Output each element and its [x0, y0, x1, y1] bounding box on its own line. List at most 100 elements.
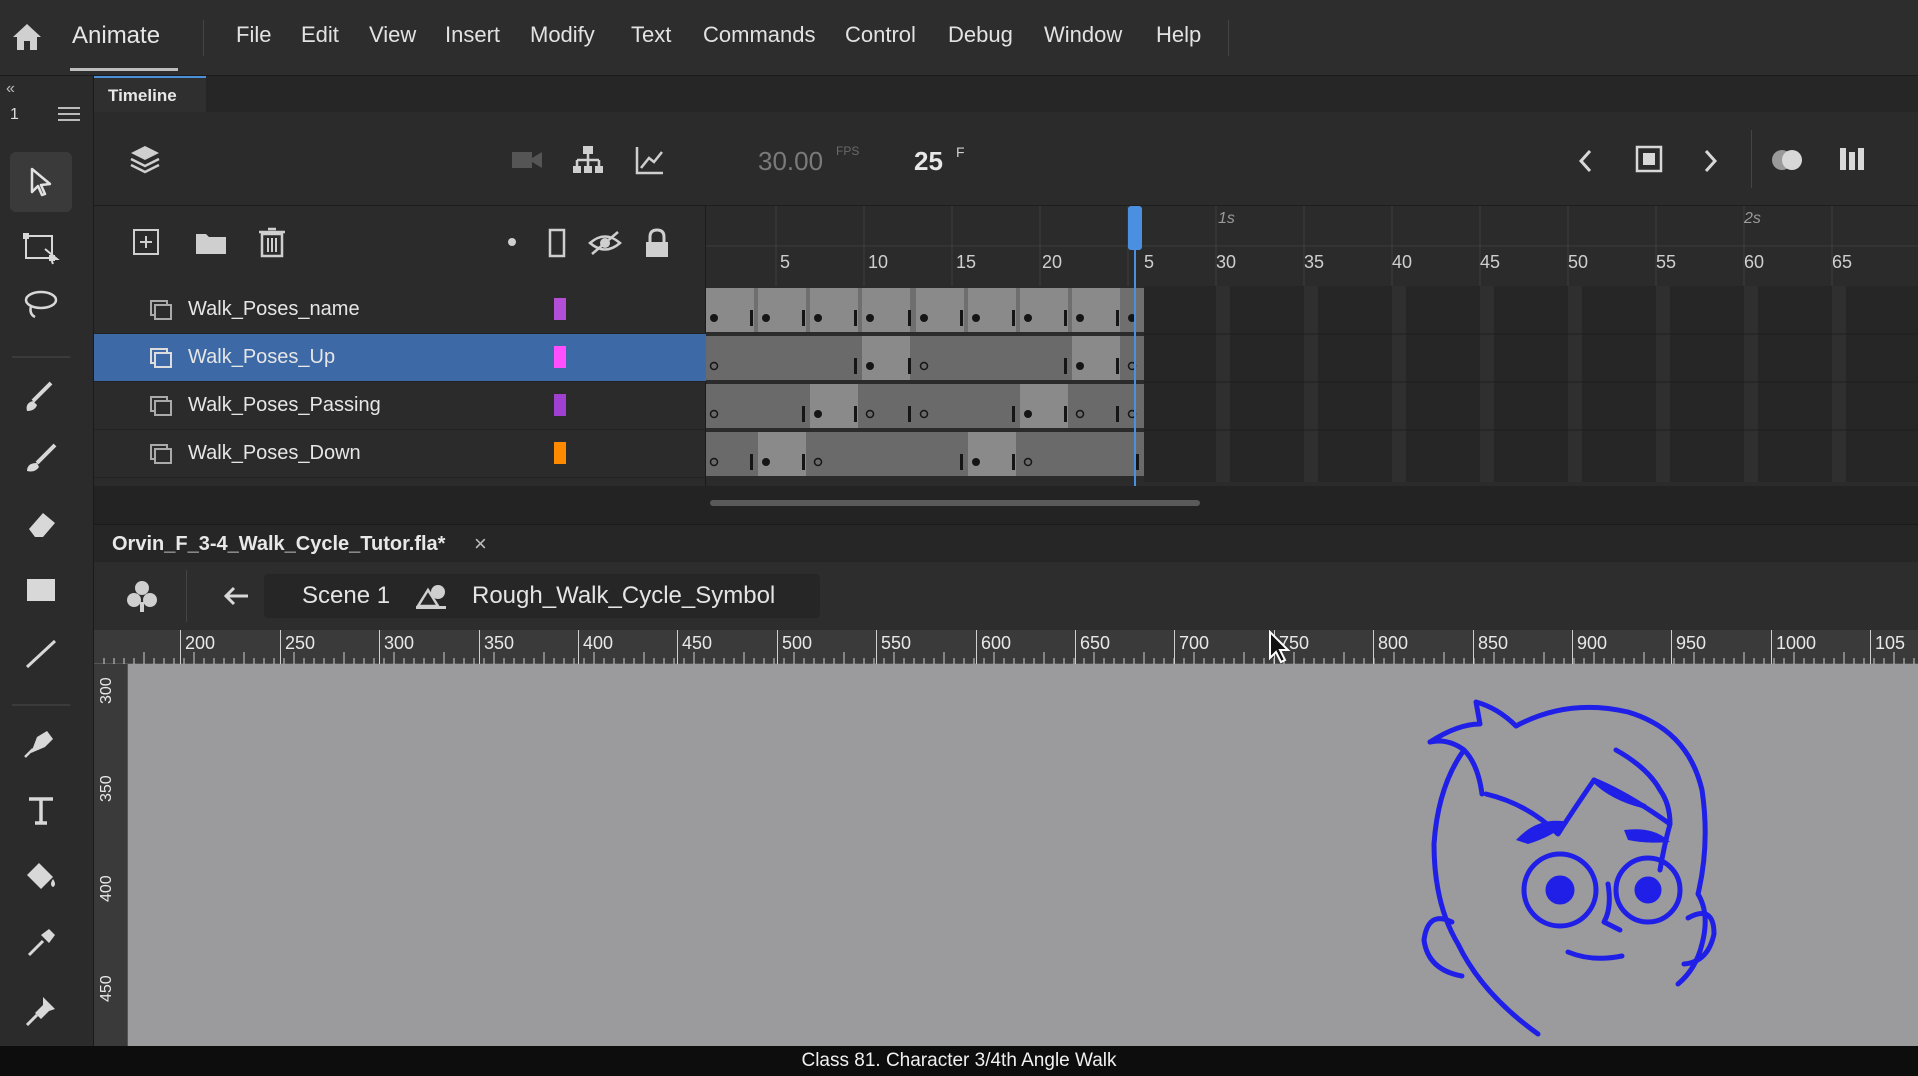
- layer-row[interactable]: Walk_Poses_Down: [94, 430, 706, 478]
- menu-debug[interactable]: Debug: [948, 22, 1013, 48]
- horizontal-ruler: 200 250 300 350 400 450 500 550 600 650 …: [94, 630, 1918, 664]
- rectangle-tool-icon[interactable]: [10, 560, 72, 620]
- menu-window[interactable]: Window: [1044, 22, 1122, 48]
- layer-row-selected[interactable]: Walk_Poses_Up: [94, 334, 706, 382]
- stage-canvas[interactable]: [128, 664, 1918, 1046]
- highlight-dot-icon[interactable]: [508, 238, 516, 246]
- menu-modify[interactable]: Modify: [530, 22, 595, 48]
- ruler-label: 105: [1870, 630, 1905, 664]
- pin-tool-icon[interactable]: [10, 980, 72, 1040]
- playhead[interactable]: [1128, 206, 1142, 486]
- tool-divider: [12, 356, 70, 358]
- breadcrumb-scene[interactable]: Scene 1: [302, 582, 390, 610]
- frame-track-walk-poses-up[interactable]: [706, 334, 1918, 382]
- close-tab-icon[interactable]: ×: [474, 531, 487, 557]
- ruler-label: 400: [98, 875, 115, 902]
- frame-view-icon[interactable]: [1838, 144, 1870, 179]
- layer-color-swatch[interactable]: [554, 346, 566, 368]
- ruler-label: 850: [1473, 630, 1508, 664]
- ruler-frame-number: 60: [1744, 252, 1765, 272]
- menu-control[interactable]: Control: [845, 22, 916, 48]
- menu-commands[interactable]: Commands: [703, 22, 815, 48]
- layer-name: Walk_Poses_Down: [188, 442, 361, 464]
- collapse-toolbar-button[interactable]: «: [6, 80, 15, 98]
- brush-tool-icon[interactable]: [10, 428, 72, 488]
- ruler-label: 350: [98, 775, 115, 802]
- timeline-horizontal-scrollbar[interactable]: [710, 500, 1200, 506]
- frame-track-walk-poses-down[interactable]: [706, 430, 1918, 478]
- ruler-frame-number: 65: [1832, 252, 1853, 272]
- ruler-label: 900: [1572, 630, 1607, 664]
- free-transform-tool-icon[interactable]: [10, 218, 72, 278]
- timeline-header: 30.00 FPS 25 F: [94, 112, 1918, 206]
- video-caption: Class 81. Character 3/4th Angle Walk: [801, 1050, 1117, 1071]
- line-tool-icon[interactable]: [10, 624, 72, 684]
- layer-color-swatch[interactable]: [554, 298, 566, 320]
- text-tool-icon[interactable]: [10, 780, 72, 840]
- video-caption-bar: Class 81. Character 3/4th Angle Walk: [0, 1046, 1918, 1076]
- timeline-frames[interactable]: 1s 2s 5 10 15 20 5 30 35 40 45 50 55 60 …: [706, 206, 1918, 486]
- tab-timeline[interactable]: Timeline: [94, 76, 206, 112]
- tool-divider: [12, 704, 70, 706]
- paint-brush-tool-icon[interactable]: [10, 366, 72, 426]
- workspace-number: 1: [10, 106, 19, 123]
- layer-color-swatch[interactable]: [554, 442, 566, 464]
- ruler-label: 450: [98, 975, 115, 1002]
- layer-row[interactable]: Walk_Poses_name: [94, 286, 706, 334]
- next-frame-icon[interactable]: [1698, 146, 1722, 181]
- breadcrumb-symbol[interactable]: Rough_Walk_Cycle_Symbol: [472, 582, 775, 610]
- graph-editor-icon[interactable]: [634, 144, 666, 181]
- edit-bar: Scene 1 Rough_Walk_Cycle_Symbol: [94, 562, 1918, 630]
- scene-switch-icon[interactable]: [124, 578, 160, 619]
- menu-divider: [203, 20, 204, 56]
- paint-bucket-tool-icon[interactable]: [10, 846, 72, 906]
- timeline-tab-bar: Timeline: [94, 76, 1918, 112]
- ruler-frame-number: 45: [1480, 252, 1501, 272]
- layer-type-icon: [150, 444, 172, 464]
- ruler-label: 250: [280, 630, 315, 664]
- current-frame-value[interactable]: 25: [914, 146, 943, 177]
- outline-icon[interactable]: [548, 228, 566, 263]
- parenting-icon[interactable]: [572, 144, 604, 181]
- menu-edit[interactable]: Edit: [301, 22, 339, 48]
- home-icon[interactable]: [8, 18, 46, 56]
- layers-icon[interactable]: [128, 142, 162, 181]
- lasso-tool-icon[interactable]: [10, 274, 72, 334]
- menu-insert[interactable]: Insert: [445, 22, 500, 48]
- insert-keyframe-icon[interactable]: [1634, 144, 1664, 179]
- previous-frame-icon[interactable]: [1574, 146, 1598, 181]
- eraser-tool-icon[interactable]: [10, 494, 72, 554]
- layer-name: Walk_Poses_Passing: [188, 394, 381, 416]
- character-head-drawing[interactable]: [1398, 694, 1798, 1046]
- animate-window: Animate File Edit View Insert Modify Tex…: [0, 0, 1918, 1076]
- fps-value[interactable]: 30.00: [758, 146, 823, 177]
- menu-help[interactable]: Help: [1156, 22, 1201, 48]
- ruler-label: 650: [1075, 630, 1110, 664]
- delete-layer-icon[interactable]: [258, 226, 286, 263]
- pen-tool-icon[interactable]: [10, 712, 72, 772]
- camera-icon[interactable]: [510, 148, 544, 177]
- graphic-symbol-icon: [414, 580, 448, 617]
- frame-track-walk-poses-passing[interactable]: [706, 382, 1918, 430]
- frame-ruler[interactable]: [706, 206, 1918, 286]
- menu-view[interactable]: View: [369, 22, 416, 48]
- layer-color-swatch[interactable]: [554, 394, 566, 416]
- new-layer-icon[interactable]: [132, 228, 160, 261]
- menu-file[interactable]: File: [236, 22, 271, 48]
- frame-track-walk-poses-name[interactable]: [706, 286, 1918, 334]
- selection-tool-icon[interactable]: [10, 152, 72, 212]
- ruler-label: 300: [379, 630, 414, 664]
- visibility-icon[interactable]: [588, 230, 622, 261]
- new-folder-icon[interactable]: [194, 228, 228, 261]
- toolbar-menu-icon[interactable]: [58, 106, 80, 122]
- layer-row[interactable]: Walk_Poses_Passing: [94, 382, 706, 430]
- onion-skin-icon[interactable]: [1770, 146, 1806, 179]
- back-arrow-icon[interactable]: [222, 582, 252, 615]
- menu-text[interactable]: Text: [631, 22, 671, 48]
- eyedropper-tool-icon[interactable]: [10, 912, 72, 972]
- ruler-label: 800: [1373, 630, 1408, 664]
- tools-panel: « 1: [0, 76, 94, 1046]
- lock-icon[interactable]: [644, 228, 670, 263]
- layers-panel: Walk_Poses_name Walk_Poses_Up Walk_Poses…: [94, 206, 706, 486]
- document-tab[interactable]: Orvin_F_3-4_Walk_Cycle_Tutor.fla*: [112, 533, 445, 556]
